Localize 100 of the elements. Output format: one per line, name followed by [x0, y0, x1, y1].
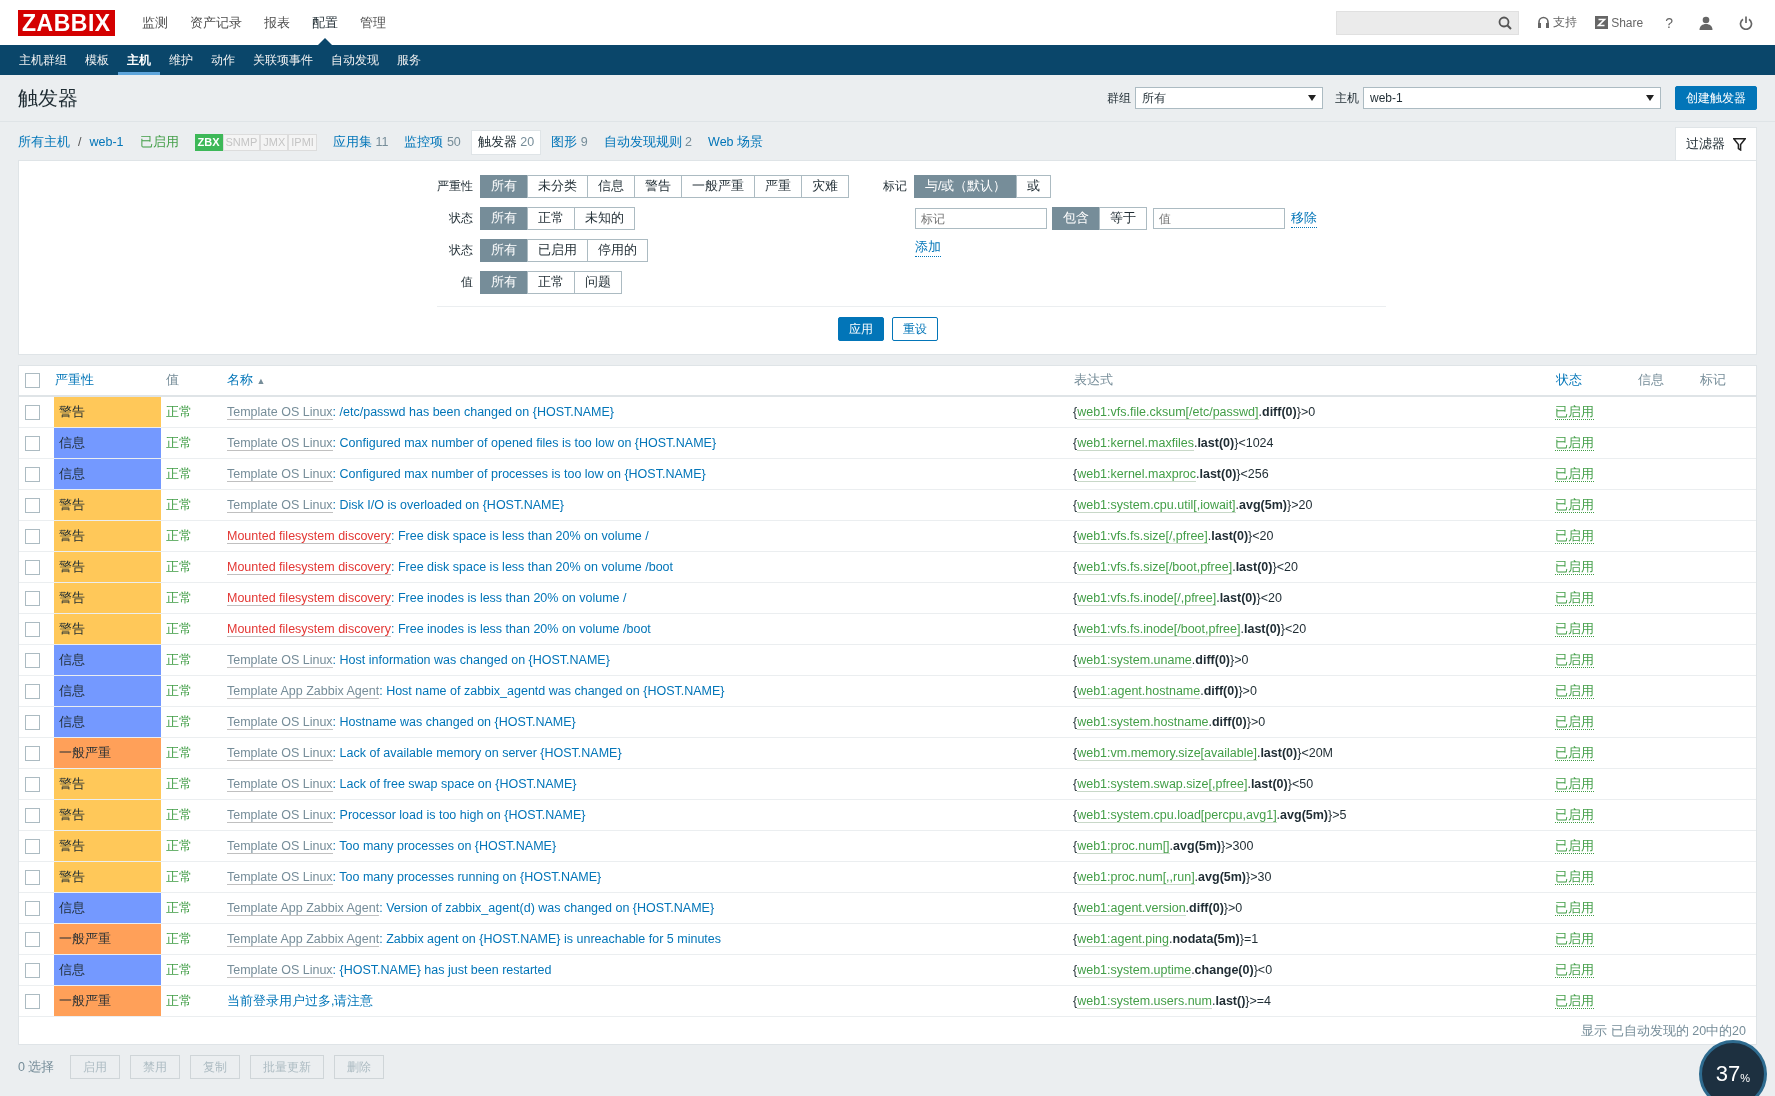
- trigger-name-link[interactable]: : /etc/passwd has been changed on {HOST.NAME}: [332, 405, 615, 419]
- sub-menu-item[interactable]: 服务: [388, 45, 430, 75]
- main-menu-item[interactable]: 监测: [130, 0, 179, 45]
- template-link[interactable]: Template OS Linux: [227, 963, 333, 978]
- create-trigger-button[interactable]: 创建触发器: [1675, 86, 1757, 110]
- status-link[interactable]: 已启用: [1555, 901, 1594, 916]
- main-menu-item[interactable]: 管理: [348, 0, 397, 45]
- item-link[interactable]: web1:vm.memory.size[available]: [1077, 746, 1257, 761]
- sub-menu-item[interactable]: 主机: [118, 45, 160, 75]
- row-checkbox[interactable]: [25, 529, 40, 545]
- item-link[interactable]: web1:kernel.maxfiles: [1077, 436, 1194, 451]
- status-link[interactable]: 已启用: [1555, 436, 1594, 451]
- template-link[interactable]: Template OS Linux: [227, 467, 333, 482]
- filter-option[interactable]: 正常: [527, 271, 575, 294]
- template-link[interactable]: Template OS Linux: [227, 746, 333, 761]
- select-all-checkbox[interactable]: [25, 373, 40, 389]
- status-link[interactable]: 已启用: [1555, 467, 1594, 482]
- template-link[interactable]: Template OS Linux: [227, 715, 333, 730]
- column-header[interactable]: 名称 ▲: [227, 373, 266, 387]
- row-checkbox[interactable]: [25, 901, 40, 917]
- dropdown[interactable]: web-1: [1363, 87, 1661, 109]
- trigger-name-link[interactable]: : Too many processes running on {HOST.NAME}: [332, 870, 602, 884]
- filter-option[interactable]: 未分类: [527, 175, 588, 198]
- item-link[interactable]: web1:system.hostname: [1077, 715, 1209, 730]
- item-link[interactable]: web1:agent.version: [1077, 901, 1186, 916]
- breadcrumb-link[interactable]: 所有主机: [18, 133, 70, 151]
- status-link[interactable]: 已启用: [1555, 777, 1594, 792]
- row-checkbox[interactable]: [25, 777, 40, 793]
- trigger-name-link[interactable]: : Configured max number of opened files is too low on {HOST.NAME}: [332, 436, 717, 450]
- trigger-name-link[interactable]: : Version of zabbix_agent(d) was changed on {HOST.NAME}: [379, 901, 715, 915]
- row-checkbox[interactable]: [25, 746, 40, 762]
- item-link[interactable]: web1:vfs.fs.inode[/,pfree]: [1077, 591, 1217, 606]
- trigger-name-link[interactable]: : Free disk space is less than 20% on volume /boot: [390, 560, 674, 574]
- filter-option[interactable]: 警告: [634, 175, 682, 198]
- row-checkbox[interactable]: [25, 932, 40, 948]
- trigger-name-link[interactable]: : Host information was changed on {HOST.NAME}: [332, 653, 610, 667]
- sub-menu-item[interactable]: 动作: [202, 45, 244, 75]
- main-menu-item[interactable]: 资产记录: [178, 0, 253, 45]
- main-menu-item[interactable]: 配置: [300, 0, 349, 45]
- filter-option[interactable]: 等于: [1099, 207, 1147, 230]
- trigger-name-link[interactable]: : Host name of zabbix_agentd was changed on {HOST.NAME}: [379, 684, 725, 698]
- row-checkbox[interactable]: [25, 870, 40, 886]
- help-link[interactable]: ?: [1661, 14, 1677, 31]
- filter-option[interactable]: 正常: [527, 207, 575, 230]
- item-link[interactable]: web1:agent.hostname: [1077, 684, 1201, 699]
- host-tab[interactable]: 触发器 20: [470, 129, 542, 155]
- template-link[interactable]: Mounted filesystem discovery: [227, 591, 391, 606]
- item-link[interactable]: web1:system.uptime: [1077, 963, 1192, 978]
- item-link[interactable]: web1:system.uname: [1077, 653, 1192, 668]
- row-checkbox[interactable]: [25, 994, 40, 1010]
- item-link[interactable]: web1:proc.num[]: [1077, 839, 1170, 854]
- filter-option[interactable]: 与/或（默认）: [914, 175, 1018, 198]
- row-checkbox[interactable]: [25, 808, 40, 824]
- row-checkbox[interactable]: [25, 436, 40, 452]
- host-tab[interactable]: 监控项 50: [398, 130, 467, 154]
- zabbix-logo[interactable]: ZABBIX: [18, 9, 115, 36]
- trigger-name-link[interactable]: : {HOST.NAME} has just been restarted: [332, 963, 552, 977]
- host-tab[interactable]: Web 场景: [702, 130, 769, 154]
- column-header[interactable]: 严重性: [55, 373, 94, 387]
- trigger-name-link[interactable]: : Lack of free swap space on {HOST.NAME}: [332, 777, 577, 791]
- share-link[interactable]: Share: [1595, 15, 1644, 30]
- status-link[interactable]: 已启用: [1555, 746, 1594, 761]
- status-link[interactable]: 已启用: [1555, 529, 1594, 544]
- row-checkbox[interactable]: [25, 839, 40, 855]
- filter-option[interactable]: 包含: [1052, 207, 1100, 230]
- item-link[interactable]: web1:vfs.fs.size[/boot,pfree]: [1077, 560, 1233, 575]
- status-link[interactable]: 已启用: [1555, 684, 1594, 699]
- status-link[interactable]: 已启用: [1555, 498, 1594, 513]
- row-checkbox[interactable]: [25, 498, 40, 514]
- row-checkbox[interactable]: [25, 467, 40, 483]
- row-checkbox[interactable]: [25, 963, 40, 979]
- filter-tab[interactable]: 过滤器: [1675, 127, 1757, 160]
- template-link[interactable]: Template OS Linux: [227, 870, 333, 885]
- sub-menu-item[interactable]: 主机群组: [10, 45, 76, 75]
- template-link[interactable]: Mounted filesystem discovery: [227, 622, 391, 637]
- filter-option[interactable]: 停用的: [587, 239, 648, 262]
- host-tab[interactable]: 自动发现规则 2: [597, 130, 699, 154]
- row-checkbox[interactable]: [25, 560, 40, 576]
- item-link[interactable]: web1:system.users.num: [1077, 994, 1212, 1009]
- filter-option[interactable]: 所有: [480, 207, 528, 230]
- add-link[interactable]: 添加: [915, 239, 941, 257]
- trigger-name-link[interactable]: : Disk I/O is overloaded on {HOST.NAME}: [332, 498, 564, 512]
- sub-menu-item[interactable]: 自动发现: [322, 45, 388, 75]
- status-link[interactable]: 已启用: [1555, 622, 1594, 637]
- status-link[interactable]: 已启用: [1555, 839, 1594, 854]
- row-checkbox[interactable]: [25, 591, 40, 607]
- sub-menu-item[interactable]: 维护: [160, 45, 202, 75]
- filter-option[interactable]: 信息: [587, 175, 635, 198]
- item-link[interactable]: web1:kernel.maxproc: [1077, 467, 1196, 482]
- trigger-name-link[interactable]: : Hostname was changed on {HOST.NAME}: [332, 715, 576, 729]
- trigger-name-link[interactable]: : Free disk space is less than 20% on volume /: [390, 529, 649, 543]
- breadcrumb-link[interactable]: web-1: [89, 135, 124, 149]
- template-link[interactable]: Template OS Linux: [227, 777, 333, 792]
- item-link[interactable]: web1:agent.ping: [1077, 932, 1169, 947]
- row-checkbox[interactable]: [25, 653, 40, 669]
- remove-link[interactable]: 移除: [1291, 209, 1317, 228]
- item-link[interactable]: web1:vfs.file.cksum[/etc/passwd]: [1077, 405, 1259, 420]
- row-checkbox[interactable]: [25, 405, 40, 421]
- trigger-name-link[interactable]: : Lack of available memory on server {HOST.NAME}: [332, 746, 622, 760]
- filter-option[interactable]: 所有: [480, 239, 528, 262]
